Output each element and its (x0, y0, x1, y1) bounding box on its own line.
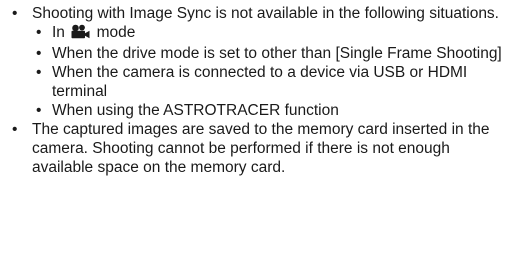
sub-item-text: When the camera is connected to a device… (52, 64, 468, 100)
bullet-dot: • (12, 5, 18, 22)
sub-bullet-dot: • (36, 24, 42, 41)
sub-bullet-dot: • (36, 102, 42, 119)
sub-item: • When using the ASTROTRACER function (32, 101, 515, 120)
sub-list: • In mode • When the drive mode is set t… (32, 23, 515, 120)
sub-item-text-after: mode (96, 24, 136, 41)
sub-item-text: When the drive mode is set to other than… (52, 45, 502, 62)
sub-item: • When the camera is connected to a devi… (32, 63, 515, 101)
sub-item: • When the drive mode is set to other th… (32, 44, 515, 63)
document-body: • Shooting with Image Sync is not availa… (0, 0, 521, 177)
sub-bullet-dot: • (36, 45, 42, 62)
sub-item-text: When using the ASTROTRACER function (52, 102, 339, 119)
bullet-dot: • (12, 121, 18, 138)
sub-item-text-before: In (52, 24, 65, 41)
sub-bullet-dot: • (36, 64, 42, 81)
bullet-text: Shooting with Image Sync is not availabl… (32, 5, 499, 22)
bullet-text: The captured images are saved to the mem… (32, 121, 490, 176)
movie-camera-icon (70, 24, 90, 44)
sub-item: • In mode (32, 23, 515, 44)
bullet-item: • Shooting with Image Sync is not availa… (6, 4, 515, 120)
bullet-item: • The captured images are saved to the m… (6, 120, 515, 177)
